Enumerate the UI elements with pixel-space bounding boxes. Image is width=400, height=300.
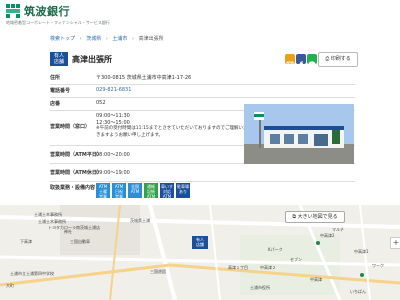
map-label-20: セブン xyxy=(290,257,302,262)
bank-logo-icon[interactable] xyxy=(6,4,20,18)
print-label: 印刷する xyxy=(330,56,351,62)
breadcrumb-separator: › xyxy=(132,36,135,42)
atm-weekday-value: 08:00～20:00 xyxy=(96,152,130,158)
map-label-1: 土浦土木事務所 xyxy=(34,212,62,217)
larger-map-button[interactable]: ⧉ 大きい地図で見る xyxy=(285,211,345,223)
breadcrumb-tsuchiura[interactable]: 土浦市 xyxy=(112,36,127,42)
address-label: 住所 xyxy=(50,75,61,81)
breadcrumb-search-top[interactable]: 検索トップ xyxy=(50,36,75,42)
branch-photo xyxy=(244,104,354,164)
atm-holiday-label: 営業時間（ATM休日） xyxy=(50,170,102,176)
breadcrumb-current: 高津出張所 xyxy=(138,36,164,42)
map-label-17: 大町 xyxy=(6,283,14,288)
line-icon[interactable] xyxy=(307,54,317,67)
zoom-in-button[interactable]: + xyxy=(390,237,400,249)
services-label: 取扱業務・設備内容 xyxy=(50,185,96,191)
breadcrumb: 検索トップ › 茨城県 › 土浦市 › 高津出張所 xyxy=(50,35,164,42)
map-label-16: 土浦市役所 xyxy=(250,285,270,290)
map-label-7: 三国自動車 xyxy=(70,239,90,244)
hours-value: 09:00～11:30 12:30～15:00 ※午前の受付時間は11:15まで… xyxy=(96,113,252,139)
map-label-15: 土浦市立土浦第四中学校 xyxy=(10,271,54,276)
phone-row: 電話番号 029-821-6831 xyxy=(50,85,355,98)
badge-line2: 店舗 xyxy=(53,59,64,65)
page-title: 高津出張所 xyxy=(72,55,112,64)
map-label-21: いちばん xyxy=(350,289,366,294)
map-label-13: 高津１丁目 xyxy=(228,265,248,270)
bank-logo-text[interactable]: 筑波銀行 xyxy=(24,3,70,19)
hours-note-1: ※午前の受付時間は11:15までとさせていただいておりますのでご理解いただ xyxy=(96,126,252,131)
map-label-5: 神社 xyxy=(64,229,72,234)
print-button[interactable]: ⎙ 印刷する xyxy=(318,52,358,67)
address-value: 〒300-0815 茨城県土浦市中高津1-17-26 xyxy=(96,75,192,81)
breadcrumb-separator: › xyxy=(79,36,82,42)
print-icon: ⎙ xyxy=(325,56,330,62)
phone-link[interactable]: 029-821-6831 xyxy=(96,87,131,93)
site-header: 筑波銀行 地域密着型コーポレート・フィナンシャル・サービス銀行 xyxy=(0,0,400,28)
service-wheelchair-atm: 車いす 対応 ATM xyxy=(160,183,174,199)
atm-holiday-row: 営業時間（ATM休日） 09:00～19:00 xyxy=(50,164,355,182)
phone-label: 電話番号 xyxy=(50,88,71,94)
breadcrumb-ibaraki[interactable]: 茨城県 xyxy=(86,36,101,42)
service-atm-saturday: ATM 土曜 営業 xyxy=(96,183,110,199)
mail-icon[interactable] xyxy=(285,54,295,67)
map-view[interactable]: 土浦土木事務所 土浦土木事務所 茨城県土浦 トヨタカローラ南茨城土浦店 神社 下… xyxy=(0,205,400,300)
map-label-14: 三国遊園 xyxy=(150,269,166,274)
breadcrumb-separator: › xyxy=(105,36,108,42)
address-row: 住所 〒300-0815 茨城県土浦市中高津1-17-26 xyxy=(50,72,355,85)
map-label-19: Kパーク xyxy=(268,247,283,252)
branch-map-marker[interactable]: 有人 店舗 xyxy=(192,236,208,249)
map-label-8: 中高津1 xyxy=(354,249,369,254)
external-link-icon: ⧉ xyxy=(292,214,296,220)
map-label-4: トヨタカローラ南茨城土浦店 xyxy=(48,225,100,230)
store-number-label: 店番 xyxy=(50,101,61,107)
map-label-18: 中高津 xyxy=(310,277,322,282)
hours-note-2: きますようお願い申し上げます。 xyxy=(96,132,164,138)
hours-label: 営業時間（窓口） xyxy=(50,124,91,130)
facebook-icon[interactable]: f xyxy=(296,54,306,70)
service-parking: 駐車場 あり xyxy=(176,183,190,198)
map-label-3: 茨城県土浦 xyxy=(130,218,150,223)
map-label-22: ワーク xyxy=(372,263,384,268)
map-label-6: 下高津 xyxy=(20,239,32,244)
service-passbook-atm: 通帳 記帳 ATM xyxy=(144,183,158,199)
svg-text:f: f xyxy=(300,61,304,70)
marker-line2: 店舗 xyxy=(196,242,204,247)
staffed-branch-badge: 有人 店舗 xyxy=(50,52,68,66)
service-atm-sunday-holiday: ATM 日祝 営業 xyxy=(112,183,126,199)
store-number-value: 052 xyxy=(96,100,106,106)
map-label-9: 中高津２ xyxy=(260,265,276,270)
atm-holiday-value: 09:00～19:00 xyxy=(96,170,130,176)
atm-weekday-label: 営業時間（ATM平日） xyxy=(50,152,102,158)
service-nationwide-atm: 全国 ATM xyxy=(128,183,142,198)
larger-map-label: 大きい地図で見る xyxy=(297,214,338,220)
map-label-12: 中高津2 xyxy=(320,233,335,238)
bank-tagline: 地域密着型コーポレート・フィナンシャル・サービス銀行 xyxy=(6,20,110,25)
